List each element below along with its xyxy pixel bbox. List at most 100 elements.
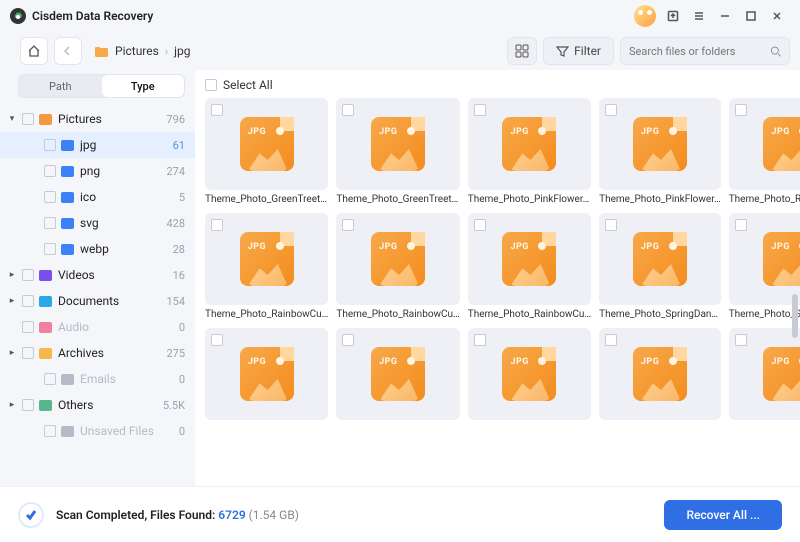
file-cell[interactable]: JPG	[205, 328, 328, 420]
tree-row-others[interactable]: ▸Others5.5K	[0, 392, 195, 418]
file-checkbox[interactable]	[211, 104, 223, 116]
file-cell[interactable]: JPGTheme_Photo_GreenTreet…	[336, 98, 459, 205]
tree-row-ico[interactable]: ico5	[0, 184, 195, 210]
file-thumb[interactable]: JPG	[599, 98, 721, 190]
view-grid-button[interactable]	[507, 37, 537, 65]
file-thumb[interactable]: JPG	[336, 98, 459, 190]
search-icon	[770, 45, 782, 58]
menu-icon[interactable]	[686, 4, 712, 28]
file-thumb[interactable]: JPG	[468, 328, 591, 420]
file-checkbox[interactable]	[211, 334, 223, 346]
file-thumb[interactable]: JPG	[599, 213, 721, 305]
file-checkbox[interactable]	[605, 104, 617, 116]
tree-row-svg[interactable]: svg428	[0, 210, 195, 236]
tree-row-documents[interactable]: ▸Documents154	[0, 288, 195, 314]
tree-row-audio[interactable]: Audio0	[0, 314, 195, 340]
file-cell[interactable]: JPG	[336, 328, 459, 420]
file-thumb[interactable]: JPG	[729, 213, 800, 305]
file-thumb[interactable]: JPG	[336, 213, 459, 305]
tree-checkbox[interactable]	[44, 217, 56, 229]
tree-checkbox[interactable]	[44, 243, 56, 255]
select-all-checkbox[interactable]	[205, 79, 217, 91]
file-checkbox[interactable]	[342, 104, 354, 116]
tree-row-emails[interactable]: Emails0	[0, 366, 195, 392]
tree-checkbox[interactable]	[22, 399, 34, 411]
file-thumb[interactable]: JPG	[205, 213, 328, 305]
file-cell[interactable]: JPGTheme_Photo_RainbowCu…	[205, 213, 328, 320]
tree-checkbox[interactable]	[22, 295, 34, 307]
file-checkbox[interactable]	[605, 219, 617, 231]
expand-toggle[interactable]: ▸	[6, 270, 18, 280]
tree-row-archives[interactable]: ▸Archives275	[0, 340, 195, 366]
breadcrumb-parent[interactable]: Pictures	[115, 44, 159, 58]
file-checkbox[interactable]	[474, 334, 486, 346]
tree-row-pictures[interactable]: ▾Pictures796	[0, 106, 195, 132]
file-cell[interactable]: JPG	[729, 328, 800, 420]
file-thumb[interactable]: JPG	[336, 328, 459, 420]
file-cell[interactable]: JPGTheme_Photo_RainbowCu…	[729, 98, 800, 205]
maximize-button[interactable]	[738, 4, 764, 28]
tree-checkbox[interactable]	[22, 269, 34, 281]
file-thumb[interactable]: JPG	[599, 328, 721, 420]
file-thumb[interactable]: JPG	[729, 328, 800, 420]
expand-toggle[interactable]: ▾	[6, 114, 18, 124]
tree-checkbox[interactable]	[44, 373, 56, 385]
file-cell[interactable]: JPG	[599, 328, 721, 420]
file-checkbox[interactable]	[474, 104, 486, 116]
file-thumb[interactable]: JPG	[468, 213, 591, 305]
tree-checkbox[interactable]	[22, 113, 34, 125]
file-thumb[interactable]: JPG	[205, 98, 328, 190]
file-cell[interactable]: JPGTheme_Photo_RainbowCu…	[336, 213, 459, 320]
tree-row-videos[interactable]: ▸Videos16	[0, 262, 195, 288]
file-checkbox[interactable]	[342, 219, 354, 231]
search-box[interactable]	[620, 37, 790, 65]
file-checkbox[interactable]	[342, 334, 354, 346]
file-checkbox[interactable]	[211, 219, 223, 231]
file-checkbox[interactable]	[735, 219, 747, 231]
home-button[interactable]	[20, 37, 48, 65]
file-cell[interactable]: JPGTheme_Photo_SpringDan…	[729, 213, 800, 320]
file-checkbox[interactable]	[605, 334, 617, 346]
tree-checkbox[interactable]	[44, 139, 56, 151]
file-cell[interactable]: JPGTheme_Photo_PinkFlower…	[599, 98, 721, 205]
expand-toggle[interactable]: ▸	[6, 400, 18, 410]
recover-all-button[interactable]: Recover All ...	[664, 500, 782, 530]
tree-row-jpg[interactable]: jpg61	[0, 132, 195, 158]
tree-row-png[interactable]: png274	[0, 158, 195, 184]
search-input[interactable]	[629, 45, 764, 58]
file-checkbox[interactable]	[474, 219, 486, 231]
file-cell[interactable]: JPGTheme_Photo_SpringDan…	[599, 213, 721, 320]
file-checkbox[interactable]	[735, 334, 747, 346]
file-checkbox[interactable]	[735, 104, 747, 116]
upload-icon[interactable]	[660, 4, 686, 28]
tab-path[interactable]: Path	[19, 75, 102, 97]
avatar-icon[interactable]	[634, 5, 656, 27]
tab-type[interactable]: Type	[102, 75, 185, 97]
file-thumb[interactable]: JPG	[468, 98, 591, 190]
expand-toggle[interactable]: ▸	[6, 296, 18, 306]
tree-checkbox[interactable]	[22, 347, 34, 359]
scrollbar-thumb[interactable]	[792, 294, 798, 338]
file-cell[interactable]: JPGTheme_Photo_PinkFlower…	[468, 98, 591, 205]
sidebar-tabs: Path Type	[18, 74, 185, 98]
tree-row-unsaved-files[interactable]: Unsaved Files0	[0, 418, 195, 444]
tree-checkbox[interactable]	[22, 321, 34, 333]
tree-row-webp[interactable]: webp28	[0, 236, 195, 262]
file-thumb[interactable]: JPG	[205, 328, 328, 420]
expand-toggle[interactable]: ▸	[6, 348, 18, 358]
tree-checkbox[interactable]	[44, 191, 56, 203]
file-cell[interactable]: JPGTheme_Photo_RainbowCu…	[468, 213, 591, 320]
filter-button[interactable]: Filter	[543, 37, 614, 65]
tree-count: 428	[166, 217, 185, 230]
tree-label: Audio	[58, 320, 179, 334]
back-button[interactable]	[54, 37, 82, 65]
category-icon	[38, 398, 53, 413]
minimize-button[interactable]	[712, 4, 738, 28]
tree-checkbox[interactable]	[44, 165, 56, 177]
file-cell[interactable]: JPGTheme_Photo_GreenTreet…	[205, 98, 328, 205]
select-all-row[interactable]: Select All	[195, 76, 800, 98]
close-button[interactable]	[764, 4, 790, 28]
tree-checkbox[interactable]	[44, 425, 56, 437]
file-thumb[interactable]: JPG	[729, 98, 800, 190]
file-cell[interactable]: JPG	[468, 328, 591, 420]
